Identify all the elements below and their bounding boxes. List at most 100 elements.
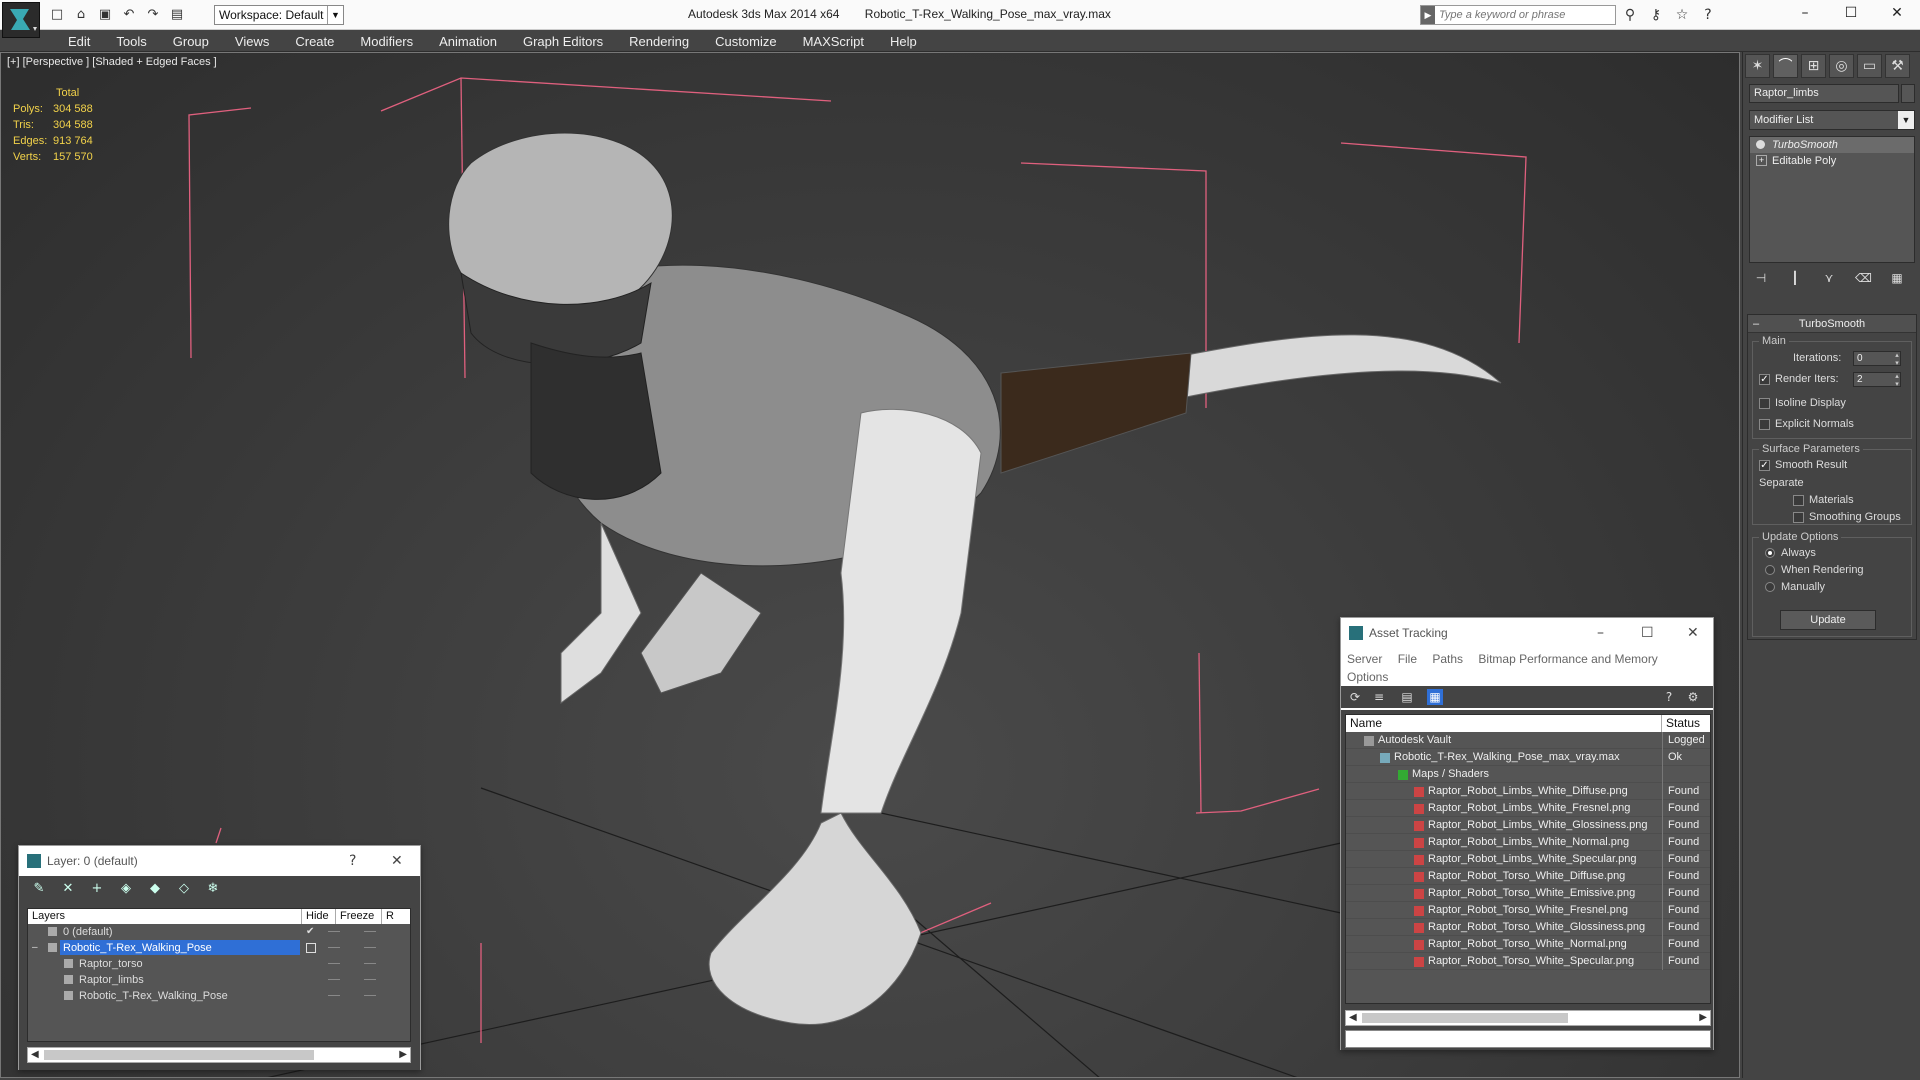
minimize-icon[interactable]: – [1782,0,1828,28]
layer-row[interactable]: – Robotic_T-Rex_Walking_Pose [28,940,410,956]
open-file-icon[interactable]: ⌂ [72,6,90,24]
freeze-toggle[interactable] [364,947,376,948]
isoline-display-checkbox[interactable] [1759,398,1770,409]
asset-row[interactable]: Raptor_Robot_Torso_White_Fresnel.png Foun… [1346,902,1710,919]
menu-bitmap-performance[interactable]: Bitmap Performance and Memory [1478,652,1657,666]
layer-row[interactable]: Raptor_limbs [28,972,410,988]
asset-row[interactable]: Raptor_Robot_Torso_White_Diffuse.png Foun… [1346,868,1710,885]
viewport-label[interactable]: [+] [Perspective ] [Shaded + Edged Faces… [7,56,217,68]
asset-row[interactable]: Raptor_Robot_Limbs_White_Glossiness.png F… [1346,817,1710,834]
column-status[interactable]: Status [1662,715,1700,732]
close-icon[interactable]: ✕ [1687,618,1699,648]
render-iters-spinner[interactable]: 2 [1853,372,1901,388]
utilities-tab-icon[interactable]: ⚒ [1885,54,1910,78]
manually-radio[interactable] [1765,582,1775,592]
explicit-normals-checkbox[interactable] [1759,419,1770,430]
help-icon[interactable]: ? [1661,689,1677,705]
menu-paths[interactable]: Paths [1432,652,1463,666]
workspace-dropdown[interactable]: Workspace: Default ▼ [214,5,344,25]
asset-row[interactable]: Raptor_Robot_Torso_White_Specular.png Fou… [1346,953,1710,970]
redo-icon[interactable]: ↷ [144,6,162,24]
asset-row[interactable]: Raptor_Robot_Limbs_White_Diffuse.png Foun… [1346,783,1710,800]
window-titlebar[interactable]: Asset Tracking – ☐ ✕ [1341,618,1713,648]
menu-graph-editors[interactable]: Graph Editors [510,32,616,51]
asset-row[interactable]: Raptor_Robot_Limbs_White_Fresnel.png Foun… [1346,800,1710,817]
layer-row[interactable]: Raptor_torso [28,956,410,972]
menu-customize[interactable]: Customize [702,32,789,51]
expand-arrow-icon[interactable]: ▶ [1421,6,1435,24]
menu-options[interactable]: Options [1347,670,1388,684]
freeze-toggle[interactable] [364,979,376,980]
make-unique-icon[interactable]: ⋎ [1821,270,1837,286]
asset-row[interactable]: Autodesk Vault Logged [1346,732,1710,749]
menu-server[interactable]: Server [1347,652,1382,666]
hierarchy-tab-icon[interactable]: ⊞ [1801,54,1826,78]
hide-toggle[interactable] [328,995,340,996]
menu-maxscript[interactable]: MAXScript [790,32,877,51]
when-rendering-radio[interactable] [1765,565,1775,575]
rollout-header[interactable]: – TurboSmooth [1748,315,1916,333]
materials-checkbox[interactable] [1793,495,1804,506]
asset-row[interactable]: Raptor_Robot_Torso_White_Glossiness.png F… [1346,919,1710,936]
modify-tab-icon[interactable]: ⌒ [1773,54,1798,78]
show-end-result-icon[interactable]: ┃ [1787,270,1803,286]
column-layers[interactable]: Layers [28,909,302,924]
add-to-layer-icon[interactable]: + [89,881,105,897]
object-name-field[interactable]: Raptor_limbs [1749,84,1899,103]
highlight-layer-icon[interactable]: ◆ [147,881,163,897]
scroll-left-icon[interactable]: ◀ [31,1048,39,1062]
update-button[interactable]: Update [1780,610,1876,630]
object-color-swatch[interactable] [1901,84,1915,103]
motion-tab-icon[interactable]: ◎ [1829,54,1854,78]
asset-row[interactable]: Raptor_Robot_Limbs_White_Normal.png Found [1346,834,1710,851]
menu-animation[interactable]: Animation [426,32,510,51]
modifier-list-dropdown[interactable]: Modifier List ▼ [1749,110,1915,130]
select-objects-icon[interactable]: ◈ [118,881,134,897]
column-render[interactable]: R [382,909,410,924]
undo-icon[interactable]: ↶ [120,6,138,24]
scroll-left-icon[interactable]: ◀ [1349,1011,1357,1025]
layer-row[interactable]: 0 (default) ✔ [28,924,410,940]
freeze-all-icon[interactable]: ❄ [205,881,221,897]
display-tab-icon[interactable]: ▭ [1857,54,1882,78]
scroll-thumb[interactable] [44,1050,314,1060]
asset-row[interactable]: Raptor_Robot_Torso_White_Normal.png Found [1346,936,1710,953]
refresh-icon[interactable]: ⟳ [1347,689,1363,705]
configure-sets-icon[interactable]: ▦ [1889,270,1905,286]
hide-toggle[interactable] [328,947,340,948]
list-view-icon[interactable]: ≡ [1371,689,1387,705]
maximize-icon[interactable]: ☐ [1828,0,1874,28]
stack-item-turbosmooth[interactable]: TurboSmooth [1750,137,1914,153]
create-tab-icon[interactable]: ✶ [1745,54,1770,78]
freeze-toggle[interactable] [364,931,376,932]
column-hide[interactable]: Hide [302,909,336,924]
freeze-toggle[interactable] [364,963,376,964]
expand-plus-icon[interactable]: + [1756,155,1767,166]
menu-edit[interactable]: Edit [55,32,103,51]
menu-file[interactable]: File [1398,652,1417,666]
help-icon[interactable]: ? [349,846,356,876]
maximize-icon[interactable]: ☐ [1641,618,1654,648]
layer-row[interactable]: Robotic_T-Rex_Walking_Pose [28,988,410,1004]
asset-row[interactable]: Raptor_Robot_Limbs_White_Specular.png Fou… [1346,851,1710,868]
close-icon[interactable]: ✕ [391,846,403,876]
settings-icon[interactable]: ⚙ [1685,689,1701,705]
key-icon[interactable]: ⚷ [1646,6,1666,24]
project-folder-icon[interactable]: ▤ [168,6,186,24]
menu-create[interactable]: Create [282,32,347,51]
menu-tools[interactable]: Tools [103,32,159,51]
help-icon[interactable]: ? [1698,6,1718,24]
asset-row[interactable]: Maps / Shaders [1346,766,1710,783]
scroll-right-icon[interactable]: ▶ [399,1048,407,1062]
window-titlebar[interactable]: Layer: 0 (default) ? ✕ [19,846,420,876]
table-view-icon[interactable]: ▦ [1427,689,1443,705]
new-layer-icon[interactable]: ✎ [31,881,47,897]
hide-toggle[interactable] [328,979,340,980]
save-file-icon[interactable]: ▣ [96,6,114,24]
menu-views[interactable]: Views [222,32,282,51]
horizontal-scrollbar[interactable]: ◀ ▶ [1345,1010,1711,1026]
hide-toggle[interactable] [328,963,340,964]
smoothing-groups-checkbox[interactable] [1793,512,1804,523]
menu-help[interactable]: Help [877,32,930,51]
column-name[interactable]: Name [1346,715,1662,732]
